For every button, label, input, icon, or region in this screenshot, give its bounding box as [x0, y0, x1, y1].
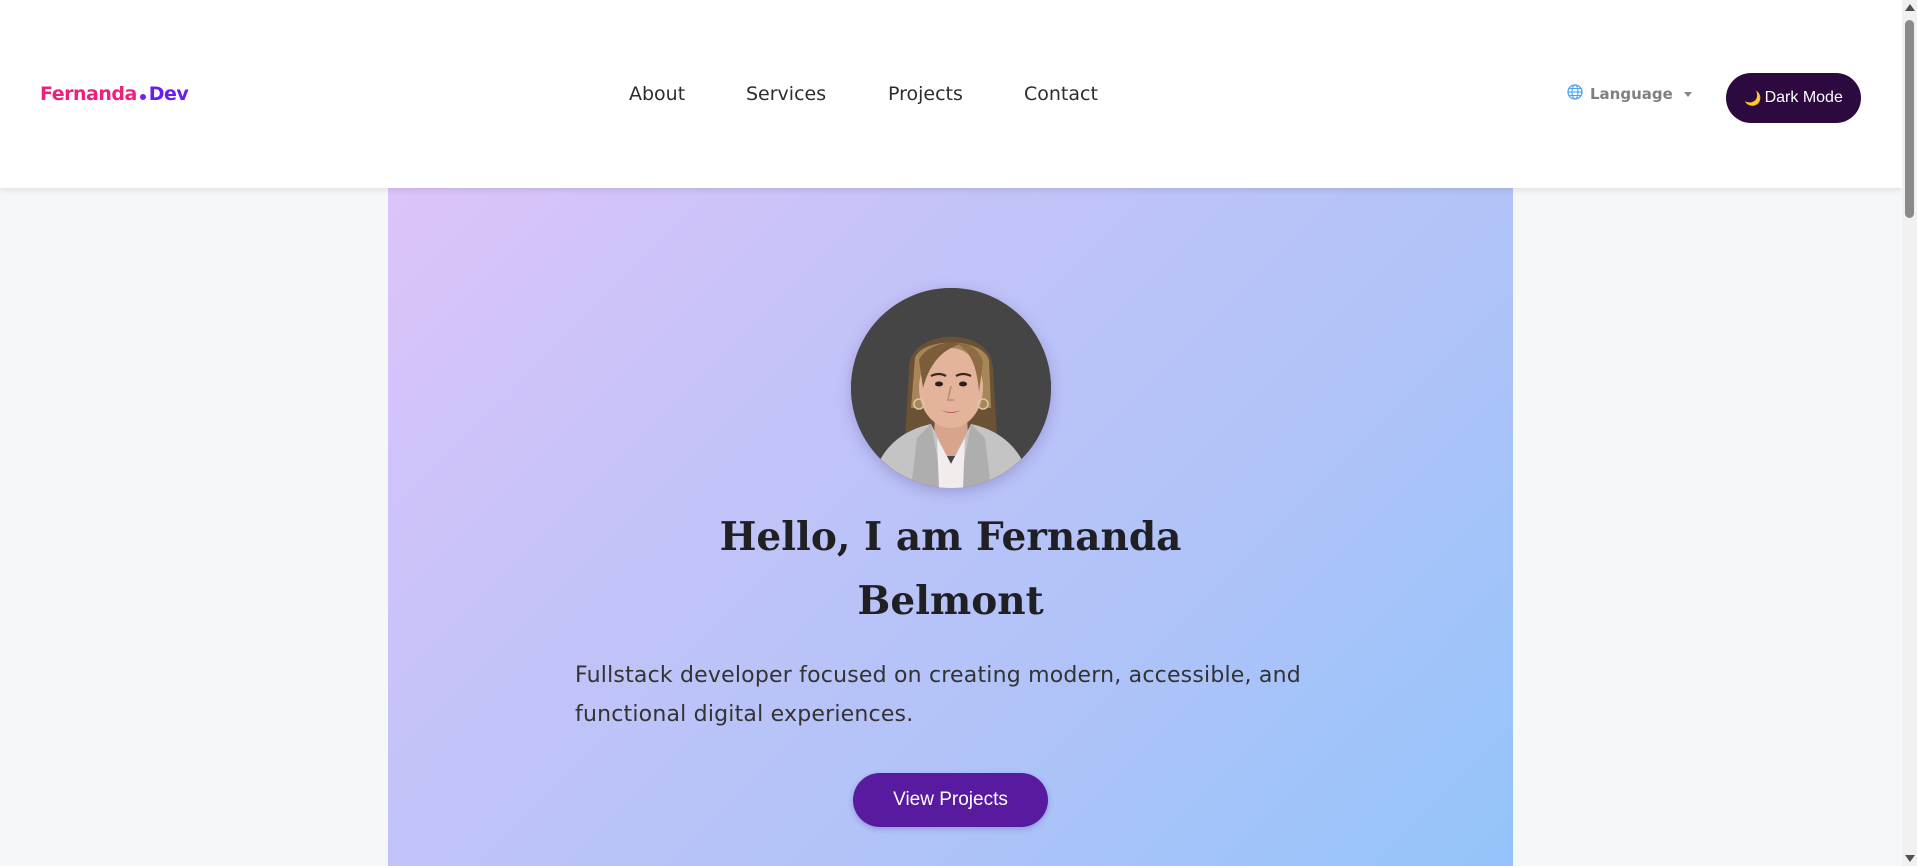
- dark-mode-button[interactable]: 🌙 Dark Mode: [1726, 73, 1861, 123]
- profile-avatar: [851, 288, 1051, 488]
- logo-dot: [139, 94, 146, 100]
- moon-icon: 🌙: [1744, 89, 1762, 106]
- caret-down-icon: [1683, 91, 1692, 97]
- view-projects-button[interactable]: View Projects: [853, 773, 1048, 827]
- nav-link-services[interactable]: Services: [746, 83, 826, 105]
- scroll-up-arrow-icon[interactable]: [1905, 4, 1915, 11]
- page-scrollbar[interactable]: [1902, 0, 1917, 866]
- logo-second-word: Dev: [148, 83, 189, 105]
- hero-headline-line-2: Belmont: [857, 578, 1044, 624]
- scrollbar-thumb[interactable]: [1905, 20, 1914, 218]
- hero-headline-line-1: Hello, I am Fernanda: [719, 514, 1182, 560]
- hero-tagline: Fullstack developer focused on creating …: [575, 663, 1301, 727]
- nav-link-about[interactable]: About: [629, 83, 685, 105]
- site-header: Fernanda Dev About Services Projects Con…: [0, 0, 1902, 188]
- dark-mode-label: Dark Mode: [1764, 89, 1843, 106]
- hero-headline: Hello, I am Fernanda Belmont: [388, 505, 1513, 633]
- site-logo[interactable]: Fernanda Dev: [40, 83, 189, 105]
- globe-icon: [1567, 84, 1583, 104]
- language-label: Language: [1590, 85, 1673, 103]
- hero-section: Hello, I am Fernanda Belmont Fullstack d…: [388, 188, 1513, 866]
- logo-first-word: Fernanda: [40, 83, 137, 105]
- nav-link-contact[interactable]: Contact: [1024, 83, 1098, 105]
- nav-link-projects[interactable]: Projects: [888, 83, 963, 105]
- scroll-down-arrow-icon[interactable]: [1905, 855, 1915, 862]
- language-selector[interactable]: Language: [1567, 84, 1692, 104]
